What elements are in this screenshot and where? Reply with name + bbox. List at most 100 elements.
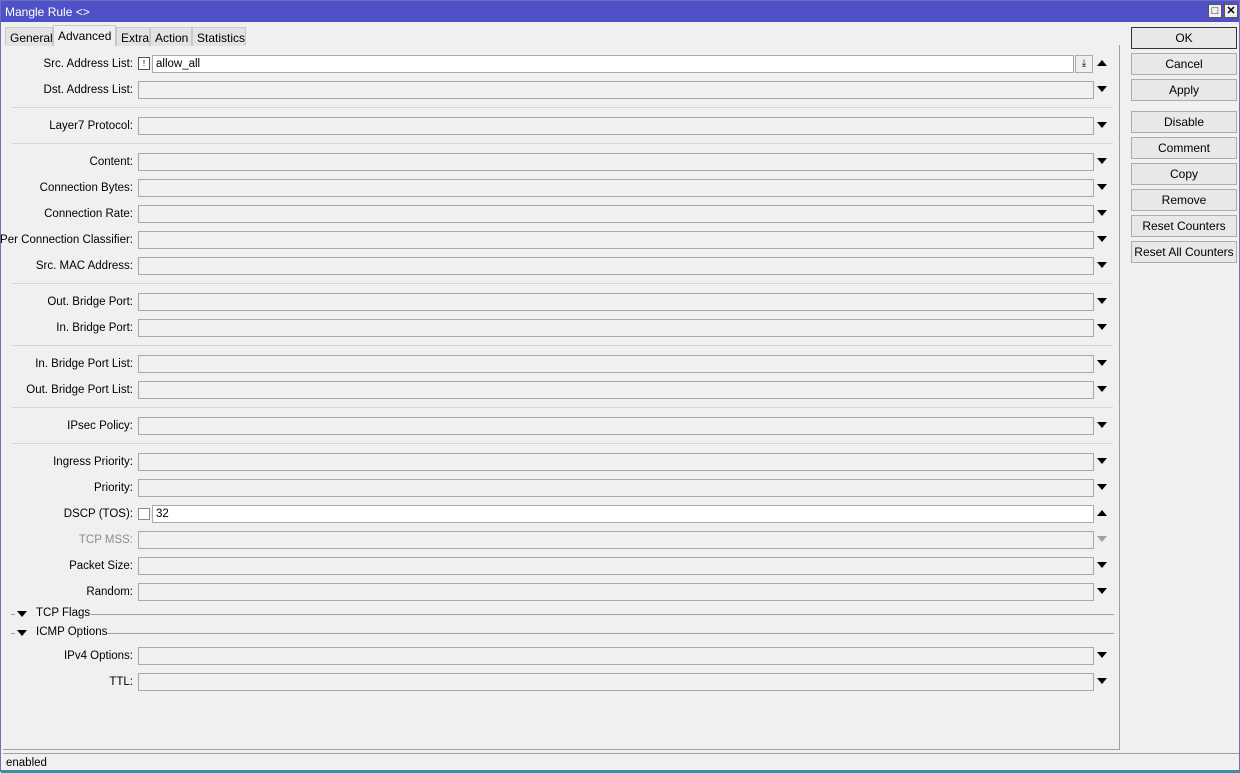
ttl-input[interactable] <box>138 673 1094 691</box>
tcp-flags-label: TCP Flags <box>36 607 91 619</box>
expand-arrow-icon <box>1097 536 1107 542</box>
group-line <box>11 633 15 634</box>
tcp-mss-label: TCP MSS: <box>78 534 133 546</box>
comment-button[interactable]: Comment <box>1131 137 1237 159</box>
src-address-list-input[interactable]: allow_all <box>152 55 1074 73</box>
ok-button[interactable]: OK <box>1131 27 1237 49</box>
expand-triangle-icon[interactable] <box>17 611 27 617</box>
random-label: Random: <box>86 586 133 598</box>
ipv4-options-input[interactable] <box>138 647 1094 665</box>
expand-arrow-icon[interactable] <box>1097 562 1107 568</box>
copy-button[interactable]: Copy <box>1131 163 1237 185</box>
expand-arrow-icon[interactable] <box>1097 484 1107 490</box>
expand-arrow-icon[interactable] <box>1097 678 1107 684</box>
ingress-priority-input[interactable] <box>138 453 1094 471</box>
random-input[interactable] <box>138 583 1094 601</box>
expand-arrow-icon[interactable] <box>1097 458 1107 464</box>
per-connection-classifier-label: Per Connection Classifier: <box>0 234 133 246</box>
tcp-mss-row: TCP MSS: <box>3 531 1118 549</box>
status-text: enabled <box>6 757 47 769</box>
negate-toggle-icon[interactable]: ! <box>138 57 150 70</box>
out-bridge-port-input[interactable] <box>138 293 1094 311</box>
dropdown-list-icon[interactable]: ⤓ <box>1075 55 1093 73</box>
expand-arrow-icon[interactable] <box>1097 158 1107 164</box>
expand-arrow-icon[interactable] <box>1097 86 1107 92</box>
per-connection-classifier-input[interactable] <box>138 231 1094 249</box>
expand-arrow-icon[interactable] <box>1097 262 1107 268</box>
layer7-protocol-label: Layer7 Protocol: <box>49 120 133 132</box>
collapse-arrow-icon[interactable] <box>1097 60 1107 66</box>
tab-extra[interactable]: Extra <box>116 27 150 46</box>
layer7-protocol-row: Layer7 Protocol: <box>3 117 1118 135</box>
expand-arrow-icon[interactable] <box>1097 122 1107 128</box>
dscp-negate-checkbox[interactable] <box>138 508 150 520</box>
tcp-mss-input <box>138 531 1094 549</box>
dscp-tos-input[interactable]: 32 <box>152 505 1094 523</box>
connection-rate-input[interactable] <box>138 205 1094 223</box>
in-bridge-port-row: In. Bridge Port: <box>3 319 1118 337</box>
content-label: Content: <box>89 156 133 168</box>
ingress-priority-row: Ingress Priority: <box>3 453 1118 471</box>
ipsec-policy-row: IPsec Policy: <box>3 417 1118 435</box>
cancel-button[interactable]: Cancel <box>1131 53 1237 75</box>
out-bridge-port-list-input[interactable] <box>138 381 1094 399</box>
tab-action[interactable]: Action <box>150 27 192 46</box>
ipv4-options-label: IPv4 Options: <box>63 650 133 662</box>
separator <box>12 107 1113 108</box>
icmp-options-group[interactable]: ICMP Options <box>11 626 1114 640</box>
connection-bytes-row: Connection Bytes: <box>3 179 1118 197</box>
dst-address-list-input[interactable] <box>138 81 1094 99</box>
mangle-rule-window: Mangle Rule <> □ ✕ General Advanced Extr… <box>0 0 1240 773</box>
src-mac-address-row: Src. MAC Address: <box>3 257 1118 275</box>
ipsec-policy-input[interactable] <box>138 417 1094 435</box>
in-bridge-port-list-label: In. Bridge Port List: <box>35 358 133 370</box>
expand-arrow-icon[interactable] <box>1097 236 1107 242</box>
icmp-options-label: ICMP Options <box>36 626 108 638</box>
tcp-flags-group[interactable]: TCP Flags <box>11 607 1114 621</box>
src-mac-address-input[interactable] <box>138 257 1094 275</box>
layer7-protocol-input[interactable] <box>138 117 1094 135</box>
ipsec-policy-label: IPsec Policy: <box>67 420 133 432</box>
expand-triangle-icon[interactable] <box>17 630 27 636</box>
dst-address-list-row: Dst. Address List: <box>3 81 1118 99</box>
in-bridge-port-list-input[interactable] <box>138 355 1094 373</box>
in-bridge-port-input[interactable] <box>138 319 1094 337</box>
collapse-arrow-icon[interactable] <box>1097 510 1107 516</box>
expand-arrow-icon[interactable] <box>1097 360 1107 366</box>
separator <box>12 345 1113 346</box>
status-bar: enabled <box>3 753 1239 771</box>
restore-icon[interactable]: □ <box>1208 4 1222 18</box>
dscp-tos-label: DSCP (TOS): <box>63 508 133 520</box>
disable-button[interactable]: Disable <box>1131 111 1237 133</box>
expand-arrow-icon[interactable] <box>1097 324 1107 330</box>
dscp-tos-value: 32 <box>156 508 169 520</box>
expand-arrow-icon[interactable] <box>1097 298 1107 304</box>
expand-arrow-icon[interactable] <box>1097 386 1107 392</box>
priority-label: Priority: <box>94 482 133 494</box>
tab-advanced[interactable]: Advanced <box>53 25 116 46</box>
expand-arrow-icon[interactable] <box>1097 210 1107 216</box>
packet-size-input[interactable] <box>138 557 1094 575</box>
tab-statistics[interactable]: Statistics <box>192 27 246 46</box>
expand-arrow-icon[interactable] <box>1097 652 1107 658</box>
tab-general[interactable]: General <box>5 27 53 46</box>
priority-input[interactable] <box>138 479 1094 497</box>
reset-all-counters-button[interactable]: Reset All Counters <box>1131 241 1237 263</box>
connection-bytes-input[interactable] <box>138 179 1094 197</box>
expand-arrow-icon[interactable] <box>1097 184 1107 190</box>
in-bridge-port-label: In. Bridge Port: <box>56 322 133 334</box>
expand-arrow-icon[interactable] <box>1097 588 1107 594</box>
remove-button[interactable]: Remove <box>1131 189 1237 211</box>
group-line <box>91 614 1114 615</box>
expand-arrow-icon[interactable] <box>1097 422 1107 428</box>
packet-size-label: Packet Size: <box>69 560 133 572</box>
close-icon[interactable]: ✕ <box>1224 4 1238 18</box>
out-bridge-port-row: Out. Bridge Port: <box>3 293 1118 311</box>
ttl-row: TTL: <box>3 673 1118 691</box>
content-input[interactable] <box>138 153 1094 171</box>
dst-address-list-label: Dst. Address List: <box>43 84 133 96</box>
apply-button[interactable]: Apply <box>1131 79 1237 101</box>
src-address-list-label: Src. Address List: <box>43 58 133 70</box>
reset-counters-button[interactable]: Reset Counters <box>1131 215 1237 237</box>
separator <box>12 283 1113 284</box>
